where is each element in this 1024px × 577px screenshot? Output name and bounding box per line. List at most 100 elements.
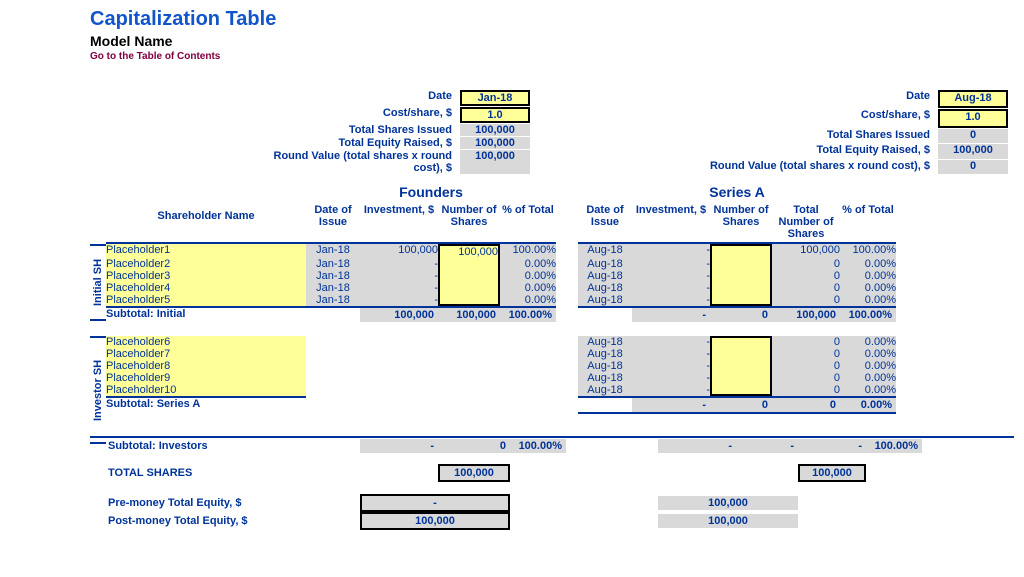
- inv-sshares-0[interactable]: [710, 336, 772, 348]
- inv-stot-4: 0: [772, 384, 840, 396]
- total-shares-s: 100,000: [798, 464, 866, 482]
- inv-stot-2: 0: [772, 360, 840, 372]
- inv-sdate-3: Aug-18: [578, 372, 632, 384]
- inv-sdate-2: Aug-18: [578, 360, 632, 372]
- metric-label-equity-s: Total Equity Raised, $: [648, 144, 934, 158]
- postmoney-f: 100,000: [360, 512, 510, 530]
- cap-table: Shareholder Name Date of Issue Investment,…: [90, 202, 1014, 426]
- row-fshares-1[interactable]: [438, 258, 500, 270]
- founders-cost[interactable]: 1.0: [460, 107, 530, 123]
- row-fpct-4: 0.00%: [500, 294, 556, 306]
- inv-name-3[interactable]: Placeholder9: [106, 372, 306, 384]
- st-init-fpct: 100.00%: [500, 306, 556, 322]
- row-fdate-4: Jan-18: [306, 294, 360, 306]
- inv-sshares-4[interactable]: [710, 384, 772, 396]
- toc-link[interactable]: Go to the Table of Contents: [90, 51, 1014, 62]
- subtotal-investors-s-shares: -: [736, 439, 798, 453]
- model-name: Model Name: [90, 33, 1014, 49]
- row-fdate-2: Jan-18: [306, 270, 360, 282]
- inv-sinv-4: -: [632, 384, 710, 396]
- metric-label-cost-s: Cost/share, $: [648, 109, 934, 127]
- row-finv-0: 100,000: [360, 244, 438, 258]
- row-stot-1: 0: [772, 258, 840, 270]
- col-inv-f: Investment, $: [360, 202, 438, 244]
- total-shares-label: TOTAL SHARES: [106, 467, 306, 479]
- inv-name-0[interactable]: Placeholder6: [106, 336, 306, 348]
- inv-name-1[interactable]: Placeholder7: [106, 348, 306, 360]
- row-stot-2: 0: [772, 270, 840, 282]
- st-init-fsh: 100,000: [438, 306, 500, 322]
- row-sinv-0: -: [632, 244, 710, 258]
- st-sa-pct: 0.00%: [840, 396, 896, 412]
- inv-sdate-1: Aug-18: [578, 348, 632, 360]
- premoney-s: 100,000: [658, 496, 798, 510]
- row-sshares-4[interactable]: [710, 294, 772, 306]
- row-fpct-1: 0.00%: [500, 258, 556, 270]
- inv-stot-1: 0: [772, 348, 840, 360]
- metric-label-roundval-s: Round Value (total shares x round cost),…: [648, 160, 934, 174]
- row-fshares-3[interactable]: [438, 282, 500, 294]
- seriesa-equity: 100,000: [938, 144, 1008, 158]
- col-tot-s: Total Number of Shares: [772, 202, 840, 244]
- row-spct-2: 0.00%: [840, 270, 896, 282]
- seriesa-date[interactable]: Aug-18: [938, 90, 1008, 108]
- inv-sinv-0: -: [632, 336, 710, 348]
- metric-label-shares-s: Total Shares Issued: [648, 129, 934, 143]
- inv-stot-3: 0: [772, 372, 840, 384]
- postmoney-label: Post-money Total Equity, $: [106, 515, 306, 527]
- inv-sshares-1[interactable]: [710, 348, 772, 360]
- row-sshares-0[interactable]: [710, 244, 772, 258]
- inv-sdate-4: Aug-18: [578, 384, 632, 396]
- row-fshares-4[interactable]: [438, 294, 500, 306]
- inv-name-2[interactable]: Placeholder8: [106, 360, 306, 372]
- inv-name-4[interactable]: Placeholder10: [106, 384, 306, 396]
- col-shares-f: Number of Shares: [438, 202, 500, 244]
- row-stot-3: 0: [772, 282, 840, 294]
- row-name-4[interactable]: Placeholder5: [106, 294, 306, 306]
- col-shares-s: Number of Shares: [710, 202, 772, 244]
- st-init-spct: 100.00%: [840, 306, 896, 322]
- inv-spct-0: 0.00%: [840, 336, 896, 348]
- founders-equity: 100,000: [460, 137, 530, 149]
- subtotal-seriesa: Subtotal: Series A: [106, 396, 306, 412]
- row-sshares-2[interactable]: [710, 270, 772, 282]
- inv-spct-3: 0.00%: [840, 372, 896, 384]
- inv-sshares-3[interactable]: [710, 372, 772, 384]
- row-sinv-4: -: [632, 294, 710, 306]
- premoney-f: -: [360, 494, 510, 512]
- postmoney-s: 100,000: [658, 514, 798, 528]
- row-stot-0: 100,000: [772, 244, 840, 258]
- st-sa-inv: -: [632, 396, 710, 412]
- st-init-finv: 100,000: [360, 306, 438, 322]
- col-shareholder: Shareholder Name: [106, 202, 306, 244]
- metric-label-equity: Total Equity Raised, $: [245, 137, 456, 149]
- metric-label-cost: Cost/share, $: [245, 107, 456, 123]
- metric-label-date: Date: [245, 90, 456, 106]
- seriesa-cost[interactable]: 1.0: [938, 109, 1008, 127]
- row-name-1[interactable]: Placeholder2: [106, 258, 306, 270]
- row-spct-3: 0.00%: [840, 282, 896, 294]
- row-sdate-1: Aug-18: [578, 258, 632, 270]
- row-name-2[interactable]: Placeholder3: [106, 270, 306, 282]
- row-fdate-1: Jan-18: [306, 258, 360, 270]
- inv-sinv-3: -: [632, 372, 710, 384]
- row-name-3[interactable]: Placeholder4: [106, 282, 306, 294]
- row-fdate-0: Jan-18: [306, 244, 360, 258]
- inv-sshares-2[interactable]: [710, 360, 772, 372]
- col-date-s: Date of Issue: [578, 202, 632, 244]
- founders-date[interactable]: Jan-18: [460, 90, 530, 106]
- inv-spct-1: 0.00%: [840, 348, 896, 360]
- row-sshares-3[interactable]: [710, 282, 772, 294]
- row-fdate-3: Jan-18: [306, 282, 360, 294]
- row-fshares-0[interactable]: 100,000: [438, 244, 500, 258]
- metric-label-roundval: Round Value (total shares x round cost),…: [245, 150, 456, 174]
- row-sshares-1[interactable]: [710, 258, 772, 270]
- col-pct-s: % of Total: [840, 202, 896, 244]
- metric-label-shares: Total Shares Issued: [245, 124, 456, 136]
- row-spct-4: 0.00%: [840, 294, 896, 306]
- row-fshares-2[interactable]: [438, 270, 500, 282]
- row-name-0[interactable]: Placeholder1: [106, 244, 306, 258]
- subtotal-investors-label: Subtotal: Investors: [106, 440, 306, 452]
- row-finv-2: -: [360, 270, 438, 282]
- row-finv-3: -: [360, 282, 438, 294]
